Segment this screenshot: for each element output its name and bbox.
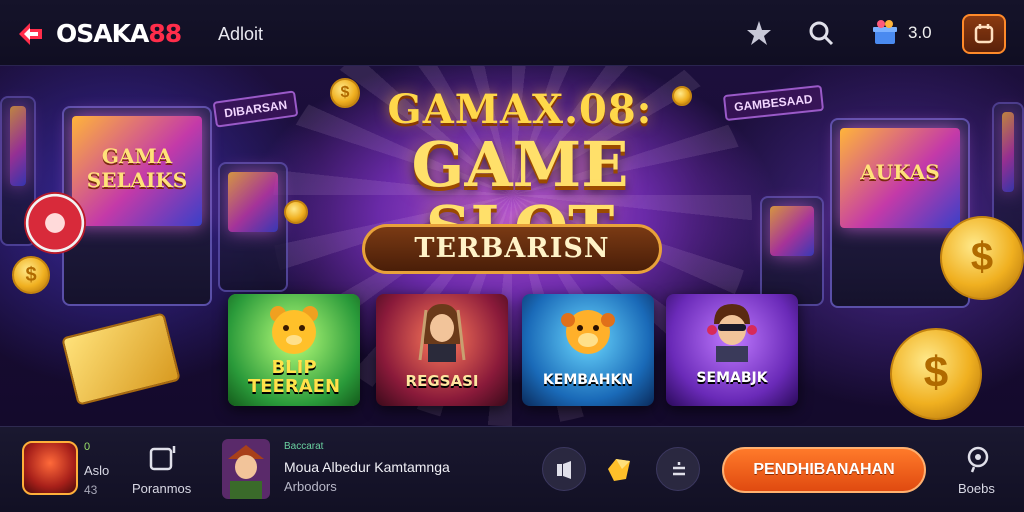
right-label[interactable]: Boebs bbox=[958, 481, 995, 496]
menu-button[interactable] bbox=[962, 14, 1006, 54]
bear-icon bbox=[270, 306, 318, 354]
left-sign: DIBARSAN bbox=[212, 90, 299, 128]
slot-app-icon[interactable] bbox=[22, 441, 78, 495]
left-label: Aslo bbox=[84, 463, 110, 478]
gold-coin: $ bbox=[940, 216, 1024, 300]
bottom-bar: 0 Aslo 43 Poranmos Baccarat Moua Albedur… bbox=[0, 426, 1024, 512]
game-card-label: SEMABJK bbox=[696, 370, 768, 386]
brand-name: OSAKA bbox=[56, 19, 149, 48]
left-machine-title: GAMA SELAIKS bbox=[86, 144, 188, 192]
game-card-label: REGSASI bbox=[405, 372, 479, 390]
right-machine-title: AUKAS bbox=[860, 160, 940, 184]
game-sub: Arbodors bbox=[284, 479, 337, 494]
promo-icon[interactable] bbox=[148, 443, 178, 473]
play-button[interactable] bbox=[542, 447, 586, 491]
top-nav-link[interactable]: Adloit bbox=[218, 24, 263, 45]
game-card-2[interactable]: REGSASI bbox=[376, 294, 508, 406]
support-icon[interactable] bbox=[964, 445, 992, 473]
rockstar-icon bbox=[418, 304, 466, 362]
player-avatar[interactable] bbox=[222, 439, 270, 499]
game-card-3[interactable]: KEMBAHKN bbox=[522, 294, 654, 406]
search-icon[interactable] bbox=[806, 18, 836, 48]
game-card-4[interactable]: SEMABJK bbox=[666, 294, 798, 406]
gold-ticket bbox=[61, 312, 181, 406]
hero-banner[interactable]: GAMA SELAIKS DIBARSAN AUKAS GAMBESAAD $ … bbox=[0, 66, 1024, 426]
casino-chip bbox=[24, 192, 86, 254]
gold-coin: $ bbox=[12, 256, 50, 294]
speaker-icon bbox=[557, 461, 571, 479]
headline-ribbon: TERBARISN bbox=[362, 224, 662, 274]
top-bar: OSAKA88 Adloit 3.0 bbox=[0, 0, 1024, 66]
star-icon[interactable] bbox=[744, 18, 774, 48]
slot-machine-back-left bbox=[218, 162, 288, 292]
gold-coin bbox=[284, 200, 308, 224]
gem-icon[interactable] bbox=[604, 455, 634, 485]
gamer-icon bbox=[707, 304, 757, 362]
gift-box-icon[interactable] bbox=[870, 18, 900, 48]
badge-value: 0 bbox=[84, 441, 91, 453]
brand-logo[interactable]: OSAKA88 bbox=[56, 19, 182, 48]
game-card-label: BLIP TEERAEN bbox=[247, 357, 341, 397]
game-card-1[interactable]: BLIP TEERAEN bbox=[228, 294, 360, 406]
slot-machine-back-right bbox=[760, 196, 824, 306]
balance-value: 3.0 bbox=[908, 23, 932, 42]
menu-icon bbox=[974, 24, 994, 44]
brand-number: 88 bbox=[148, 19, 182, 48]
right-sign: GAMBESAAD bbox=[722, 84, 824, 122]
headline-top: GAMAX.08: bbox=[387, 86, 653, 133]
gold-coin: $ bbox=[890, 328, 982, 420]
back-arrow-icon[interactable] bbox=[16, 20, 44, 48]
adjust-button[interactable] bbox=[656, 447, 700, 491]
left-sub: 43 bbox=[84, 483, 98, 497]
game-card-label: KEMBAHKN bbox=[542, 372, 634, 388]
equals-icon bbox=[673, 462, 685, 476]
cta-button[interactable]: PENDHIBANAHAN bbox=[722, 447, 926, 493]
creature-icon bbox=[561, 310, 615, 354]
game-title: Moua Albedur Kamtamnga bbox=[284, 459, 450, 475]
promo-label[interactable]: Poranmos bbox=[132, 481, 191, 496]
slot-machine-left: GAMA SELAIKS bbox=[62, 106, 212, 306]
game-tag: Baccarat bbox=[284, 441, 324, 452]
